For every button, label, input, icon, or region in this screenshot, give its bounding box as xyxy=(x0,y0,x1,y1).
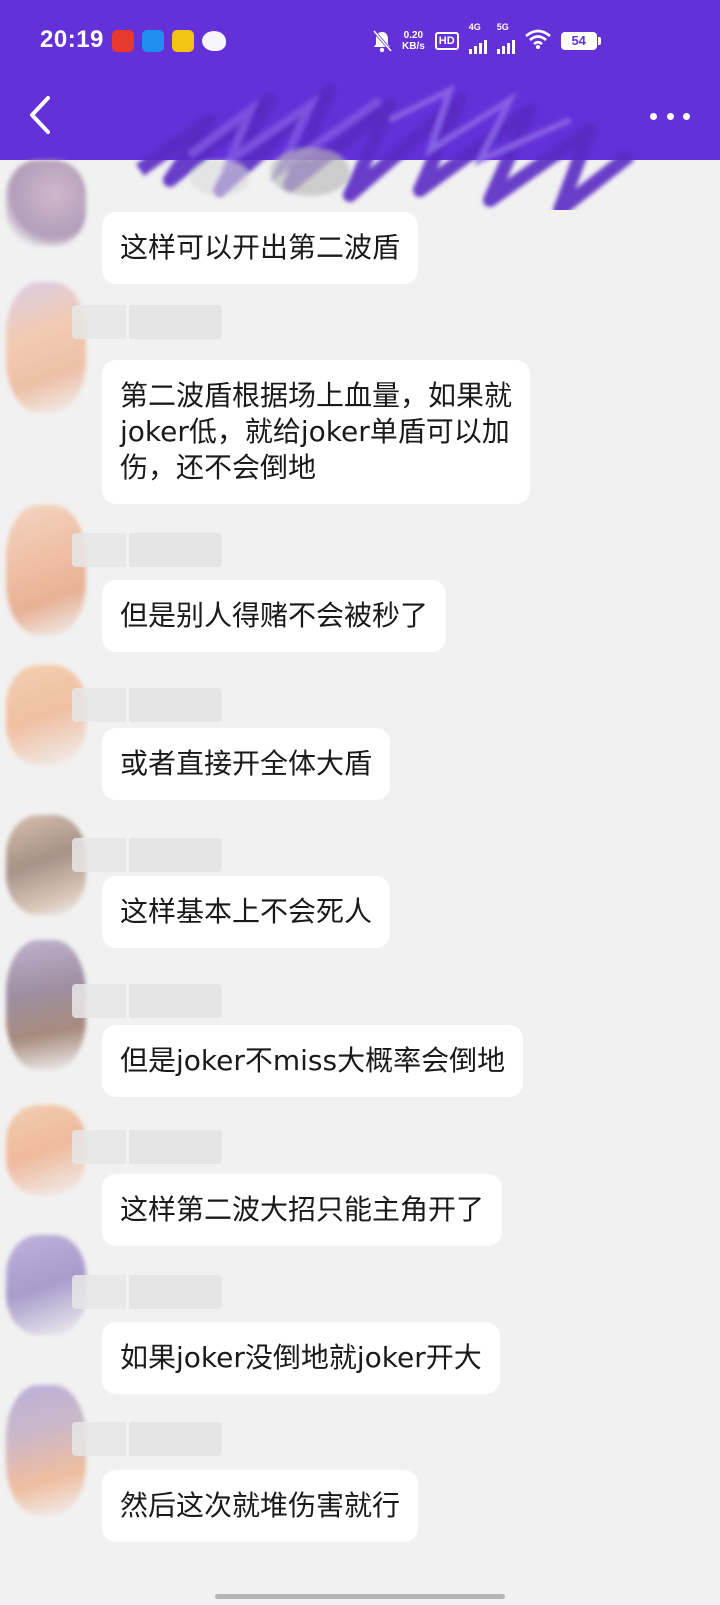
signal-4g-icon: 4G xyxy=(468,22,487,54)
chat-screen: 20:19 0.20 KB/s HD 4G 5G 54 这样可以开出第二波盾 第… xyxy=(0,0,720,1605)
sender-name-redacted xyxy=(72,984,222,1018)
hd-badge: HD xyxy=(434,32,459,50)
more-options-button[interactable] xyxy=(650,104,690,128)
header-bar: 20:19 0.20 KB/s HD 4G 5G 54 xyxy=(0,0,720,160)
sender-name-redacted xyxy=(72,838,222,872)
message-bubble[interactable]: 这样基本上不会死人 xyxy=(102,876,391,948)
message-list[interactable]: 这样可以开出第二波盾 第二波盾根据场上血量，如果就 joker低，就给joker… xyxy=(0,160,720,1605)
message-bubble[interactable]: 或者直接开全体大盾 xyxy=(102,728,391,800)
more-dot xyxy=(650,112,657,120)
status-right: 0.20 KB/s HD 4G 5G 54 xyxy=(372,22,601,54)
signal-5g-icon: 5G xyxy=(496,22,515,54)
sender-name-redacted xyxy=(72,533,222,567)
message-bubble[interactable]: 但是别人得赌不会被秒了 xyxy=(102,580,447,652)
wifi-icon xyxy=(524,29,551,54)
battery-level: 54 xyxy=(571,33,586,48)
wechat-icon xyxy=(202,31,226,51)
message-bubble[interactable]: 然后这次就堆伤害就行 xyxy=(102,1470,419,1542)
chevron-left-icon xyxy=(30,96,50,134)
message-bubble[interactable]: 但是joker不miss大概率会倒地 xyxy=(102,1025,524,1097)
status-time: 20:19 xyxy=(40,26,104,53)
back-button[interactable] xyxy=(22,92,62,138)
mute-bell-icon xyxy=(372,29,393,53)
home-indicator[interactable] xyxy=(215,1594,505,1599)
sender-name-redacted xyxy=(72,1130,222,1164)
signal-4g-label: 4G xyxy=(468,22,481,32)
red-app-icon xyxy=(112,30,134,52)
notification-icons xyxy=(112,30,226,52)
more-dot xyxy=(683,112,690,120)
avatar[interactable] xyxy=(6,282,86,412)
signal-5g-label: 5G xyxy=(496,22,509,32)
message-bubble[interactable]: 这样可以开出第二波盾 xyxy=(102,212,419,284)
avatar[interactable] xyxy=(6,160,86,246)
more-dot xyxy=(666,112,674,120)
battery-icon: 54 xyxy=(560,32,601,50)
net-speed-unit: KB/s xyxy=(402,41,425,52)
sender-name-redacted xyxy=(72,305,222,339)
message-bubble[interactable]: 这样第二波大招只能主角开了 xyxy=(102,1174,503,1246)
sender-name-redacted xyxy=(72,1275,222,1309)
sender-name-redacted xyxy=(72,688,222,722)
yellow-app-icon xyxy=(172,30,194,52)
blue-app-icon xyxy=(142,30,164,52)
message-bubble[interactable]: 如果joker没倒地就joker开大 xyxy=(102,1322,500,1394)
message-bubble[interactable]: 第二波盾根据场上血量，如果就 joker低，就给joker单盾可以加 伤，还不会… xyxy=(102,360,531,504)
avatar[interactable] xyxy=(6,505,86,635)
sender-name-redacted xyxy=(72,1422,222,1456)
net-speed: 0.20 KB/s xyxy=(402,30,425,52)
net-speed-value: 0.20 xyxy=(403,30,424,41)
